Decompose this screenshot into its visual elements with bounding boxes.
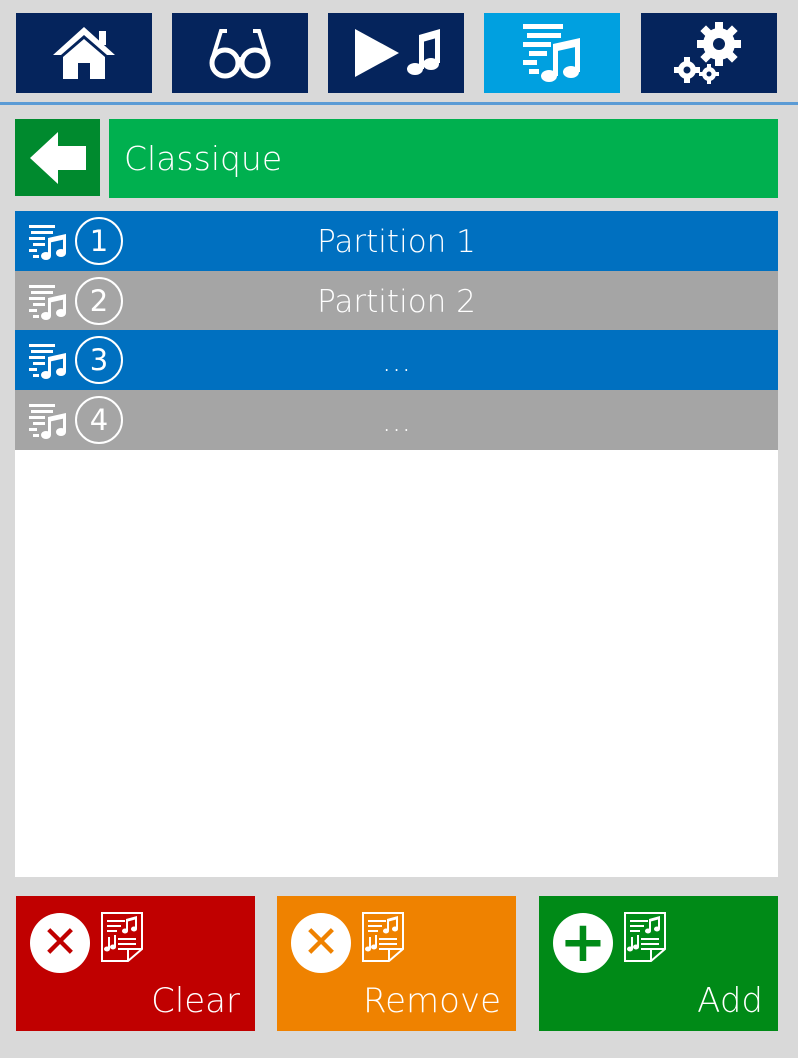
music-document-icon — [624, 912, 666, 962]
play-music-icon — [355, 29, 440, 77]
remove-button-label: Remove — [363, 981, 501, 1021]
add-button-label: Add — [697, 981, 763, 1021]
list-item[interactable]: 2 Partition 2 — [15, 271, 778, 331]
home-icon — [53, 27, 115, 79]
plus-circle-icon: + — [553, 913, 613, 973]
close-circle-icon: ✕ — [291, 913, 351, 973]
row-label: Partition 1 — [317, 224, 476, 260]
music-document-icon — [101, 912, 143, 962]
list-item[interactable]: 1 Partition 1 — [15, 211, 778, 271]
row-label: Partition 2 — [317, 284, 476, 320]
score-list: 1 Partition 1 2 Partition 2 3 ... 4 ... — [15, 211, 778, 877]
add-button[interactable]: + Add — [539, 896, 778, 1031]
clear-button-label: Clear — [151, 981, 240, 1021]
page-title: Classique — [109, 119, 778, 198]
nav-playlist-button[interactable] — [484, 13, 620, 93]
nav-read-button[interactable] — [172, 13, 308, 93]
music-document-icon — [362, 912, 404, 962]
music-list-icon — [523, 24, 580, 82]
row-label: ... — [381, 343, 412, 379]
clear-button[interactable]: ✕ Clear — [16, 896, 255, 1031]
list-item[interactable]: 4 ... — [15, 390, 778, 450]
nav-settings-button[interactable] — [641, 13, 777, 93]
close-circle-icon: ✕ — [30, 913, 90, 973]
row-label: ... — [381, 403, 412, 439]
nav-home-button[interactable] — [16, 13, 152, 93]
back-arrow-icon — [29, 131, 86, 184]
nav-divider — [0, 102, 798, 105]
settings-gears-icon — [674, 22, 741, 84]
glasses-icon — [209, 29, 271, 79]
back-button[interactable] — [15, 119, 100, 196]
list-item[interactable]: 3 ... — [15, 330, 778, 390]
remove-button[interactable]: ✕ Remove — [277, 896, 516, 1031]
nav-play-button[interactable] — [328, 13, 464, 93]
